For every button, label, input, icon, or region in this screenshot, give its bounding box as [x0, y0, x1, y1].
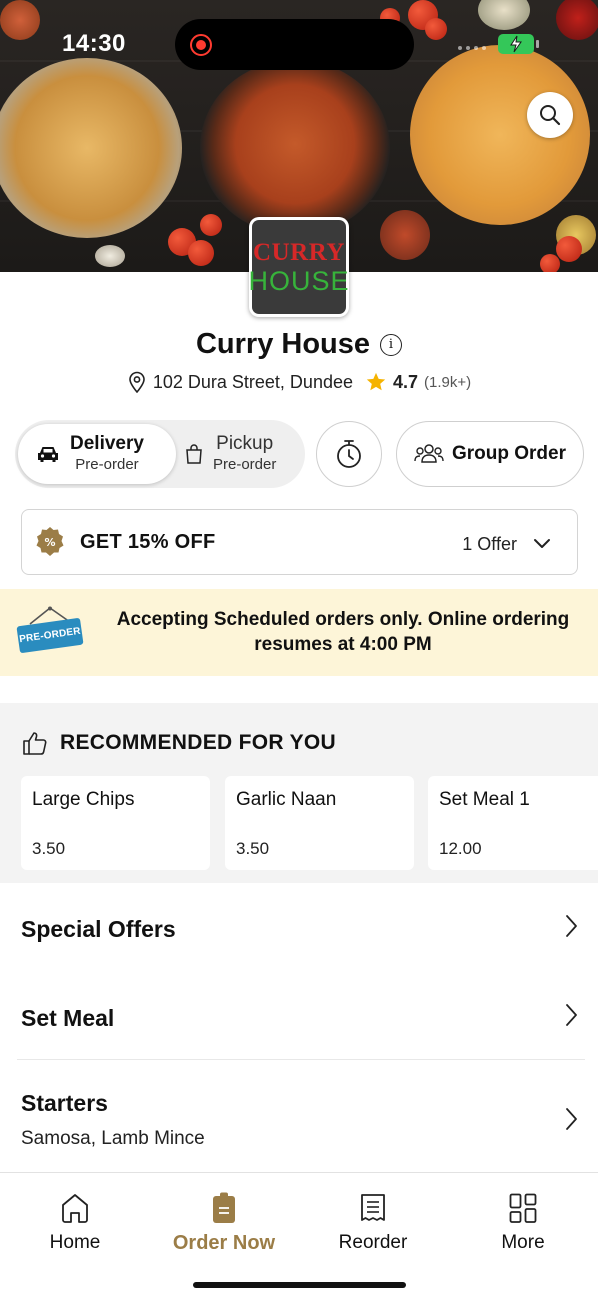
- category-subtitle: Samosa, Lamb Mince: [21, 1128, 205, 1149]
- recording-icon: [190, 34, 212, 56]
- search-icon: [540, 105, 561, 126]
- home-indicator[interactable]: [193, 1282, 406, 1288]
- address-row: 102 Dura Street, Dundee 4.7 (1.9k+): [0, 371, 598, 393]
- discount-symbol: %: [44, 536, 55, 549]
- restaurant-title-row: Curry House i: [0, 328, 598, 361]
- car-icon: [38, 447, 58, 462]
- recommended-item[interactable]: Large Chips 3.50: [21, 776, 210, 870]
- tab-more[interactable]: More: [463, 1192, 583, 1254]
- location-pin-icon: [129, 371, 145, 393]
- delivery-sublabel: Pre-order: [75, 456, 139, 473]
- category-row-set-meal[interactable]: Set Meal: [0, 972, 598, 1060]
- tab-label: Order Now: [172, 1232, 276, 1254]
- pickup-option[interactable]: Pickup Pre-order: [185, 424, 300, 484]
- category-title: Special Offers: [21, 916, 176, 942]
- banner-message: Accepting Scheduled orders only. Online …: [116, 609, 570, 655]
- item-price: 3.50: [32, 839, 66, 858]
- delivery-option[interactable]: Delivery Pre-order: [18, 424, 176, 484]
- order-bag-icon: [213, 1192, 235, 1223]
- tab-label: Home: [49, 1232, 101, 1253]
- item-name: Large Chips: [32, 789, 135, 810]
- restaurant-name: Curry House: [195, 328, 371, 360]
- chevron-right-icon: [566, 1108, 577, 1130]
- search-button[interactable]: [527, 92, 573, 138]
- recommended-item[interactable]: Garlic Naan 3.50: [225, 776, 414, 870]
- info-icon[interactable]: i: [380, 333, 403, 356]
- rating-value: 4.7: [393, 371, 419, 392]
- schedule-button[interactable]: [316, 421, 382, 487]
- shopping-bag-icon: [186, 444, 202, 464]
- battery-charging-icon: [498, 34, 539, 54]
- rating-count: (1.9k+): [424, 373, 472, 391]
- offer-card[interactable]: % GET 15% OFF 1 Offer: [21, 509, 578, 575]
- chevron-right-icon: [566, 1004, 577, 1026]
- group-order-button[interactable]: Group Order: [396, 421, 584, 487]
- pickup-sublabel: Pre-order: [213, 456, 277, 473]
- offer-count: 1 Offer: [462, 534, 517, 554]
- chevron-down-icon: [534, 539, 550, 548]
- offer-title: GET 15% OFF: [80, 530, 216, 553]
- restaurant-logo: CURRY HOUSE: [248, 217, 350, 317]
- preorder-sign-icon: PRE-ORDER: [16, 606, 84, 658]
- order-mode-toggle: Delivery Pre-order Pickup Pre-order: [15, 420, 305, 488]
- pickup-label: Pickup: [216, 433, 274, 454]
- recommended-header: RECOMMENDED FOR YOU: [22, 730, 336, 756]
- recommended-item[interactable]: Set Meal 1 12.00: [428, 776, 598, 870]
- restaurant-address: 102 Dura Street, Dundee: [152, 371, 353, 392]
- star-icon: [366, 372, 386, 391]
- signal-icon: [458, 46, 486, 50]
- status-time: 14:30: [62, 30, 126, 57]
- receipt-icon: [361, 1194, 385, 1221]
- category-title: Set Meal: [21, 1005, 115, 1031]
- discount-badge-icon: %: [36, 527, 64, 556]
- group-people-icon: [414, 444, 444, 463]
- tab-order-now[interactable]: Order Now: [164, 1192, 284, 1255]
- home-icon: [62, 1194, 88, 1223]
- delivery-label: Delivery: [70, 433, 144, 454]
- group-order-label: Group Order: [451, 443, 566, 464]
- tab-label: Reorder: [338, 1232, 408, 1253]
- item-price: 12.00: [439, 839, 482, 858]
- tab-label: More: [501, 1232, 545, 1253]
- chevron-right-icon: [566, 915, 577, 937]
- item-name: Garlic Naan: [236, 789, 337, 810]
- logo-text-house: HOUSE: [248, 266, 350, 296]
- logo-text-curry: CURRY: [253, 239, 345, 266]
- item-name: Set Meal 1: [439, 789, 530, 810]
- recommended-title: RECOMMENDED FOR YOU: [60, 731, 336, 754]
- thumbs-up-icon: [23, 732, 47, 755]
- category-row-special-offers[interactable]: Special Offers: [0, 884, 598, 972]
- dynamic-island: [175, 19, 414, 70]
- grid-icon: [509, 1193, 537, 1223]
- curry-bowl-image: [200, 60, 390, 235]
- tab-home[interactable]: Home: [15, 1192, 135, 1254]
- pizza-image: [410, 45, 590, 225]
- biryani-dish-image: [0, 58, 182, 238]
- item-price: 3.50: [236, 839, 270, 858]
- category-title: Starters: [21, 1090, 108, 1116]
- tab-reorder[interactable]: Reorder: [313, 1192, 433, 1254]
- stopwatch-icon: [337, 440, 361, 468]
- category-row-starters[interactable]: Starters Samosa, Lamb Mince: [0, 1060, 598, 1172]
